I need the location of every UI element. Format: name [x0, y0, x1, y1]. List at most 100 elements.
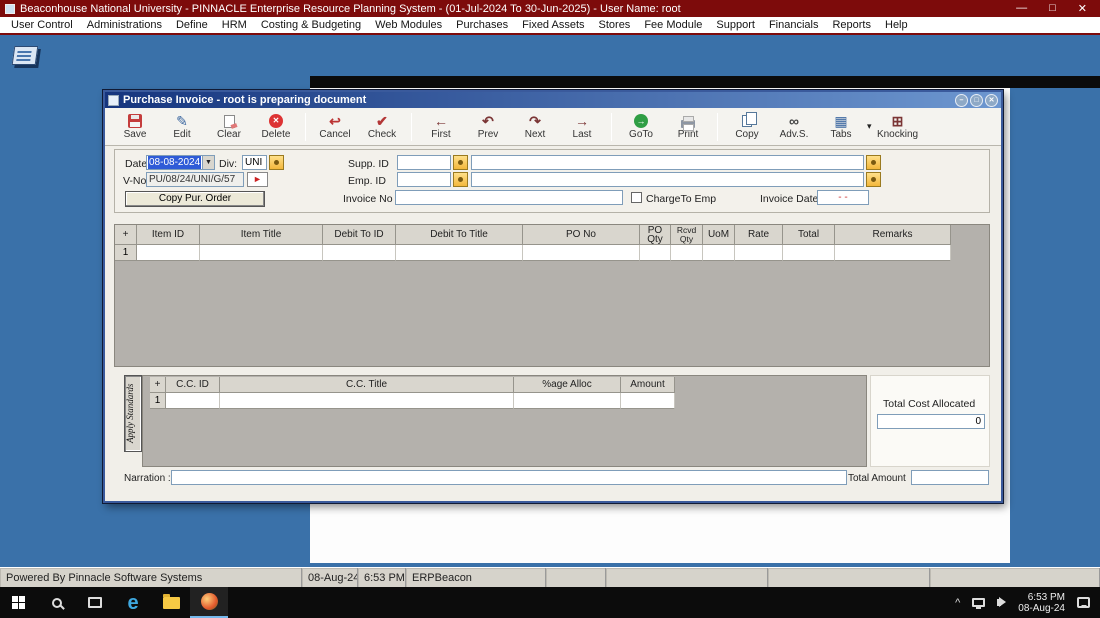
supplier-id-input[interactable]: [397, 155, 451, 170]
menu-item-financials[interactable]: Financials: [762, 19, 826, 31]
cell-amount[interactable]: [621, 393, 675, 409]
employee-name-input[interactable]: [471, 172, 864, 187]
erp-app-button[interactable]: [190, 587, 228, 618]
invoice-date-input[interactable]: - -: [817, 190, 869, 205]
col-item-title: Item Title: [200, 225, 323, 245]
toolbar-edit-button[interactable]: ✎ Edit: [160, 110, 204, 144]
maximize-button[interactable]: □: [1049, 2, 1056, 15]
toolbar-next-button[interactable]: ↷ Next: [513, 110, 557, 144]
total-amount-input[interactable]: [911, 470, 989, 485]
copy-purchase-order-button[interactable]: Copy Pur. Order: [125, 191, 265, 207]
col-rate: Rate: [735, 225, 783, 245]
employee-name-lookup-button[interactable]: [866, 172, 881, 187]
add-row-button[interactable]: +: [115, 225, 137, 245]
menu-item-administrations[interactable]: Administrations: [80, 19, 169, 31]
toolbar-save-button[interactable]: Save: [113, 110, 157, 144]
cell-po-qty[interactable]: [640, 245, 671, 261]
cell-remarks[interactable]: [835, 245, 951, 261]
menu-item-help[interactable]: Help: [878, 19, 915, 31]
apply-standards-button[interactable]: Apply Standards: [124, 375, 142, 452]
cell-age-alloc[interactable]: [514, 393, 621, 409]
edge-browser-button[interactable]: e: [114, 587, 152, 618]
cell-total[interactable]: [783, 245, 835, 261]
supplier-name-input[interactable]: [471, 155, 864, 170]
col-total: Total: [783, 225, 835, 245]
knocking-label: Knocking: [876, 129, 919, 140]
taskbar-search-button[interactable]: [38, 587, 76, 618]
cell-debit-to-title[interactable]: [396, 245, 523, 261]
menu-item-support[interactable]: Support: [709, 19, 762, 31]
menu-item-define[interactable]: Define: [169, 19, 215, 31]
goto-icon: →: [634, 114, 648, 128]
menu-item-reports[interactable]: Reports: [825, 19, 878, 31]
employee-lookup-button[interactable]: [453, 172, 468, 187]
speaker-icon[interactable]: [997, 597, 1007, 607]
col-po-no: PO No: [523, 225, 640, 245]
cell-item-id[interactable]: [137, 245, 200, 261]
total-cost-input[interactable]: 0: [877, 414, 985, 429]
file-explorer-button[interactable]: [152, 587, 190, 618]
cell-debit-to-id[interactable]: [323, 245, 396, 261]
menu-item-fixed-assets[interactable]: Fixed Assets: [515, 19, 591, 31]
items-grid-header: + Item ID Item Title Debit To ID Debit T…: [115, 225, 989, 245]
dialog-minimize-button[interactable]: –: [955, 93, 968, 107]
start-button[interactable]: [0, 587, 38, 618]
division-input[interactable]: UNI: [242, 155, 267, 170]
tray-expand-icon[interactable]: ^: [955, 597, 960, 609]
charge-to-emp-checkbox[interactable]: [631, 192, 642, 203]
status-cell-empty: [930, 568, 1100, 587]
menu-item-hrm[interactable]: HRM: [215, 19, 254, 31]
toolbar-advanced-search-button[interactable]: ∞ Adv.S.: [772, 110, 816, 144]
dialog-titlebar[interactable]: Purchase Invoice - root is preparing doc…: [105, 92, 1001, 108]
cell-cc-title[interactable]: [220, 393, 514, 409]
action-center-icon[interactable]: [1077, 597, 1090, 608]
date-dropdown-icon[interactable]: ▼: [202, 156, 214, 169]
close-button[interactable]: ✕: [1078, 2, 1087, 15]
toolbar-tabs-button[interactable]: ▦ Tabs: [819, 110, 863, 144]
dialog-restore-button[interactable]: □: [970, 93, 983, 107]
network-icon[interactable]: [972, 598, 986, 609]
items-grid-row[interactable]: 1: [115, 245, 989, 261]
cell-cc-id[interactable]: [166, 393, 220, 409]
supplier-lookup-button[interactable]: [453, 155, 468, 170]
menu-item-web-modules[interactable]: Web Modules: [368, 19, 449, 31]
toolbar-knocking-button[interactable]: ⊞ Knocking: [876, 110, 920, 144]
menu-item-fee-module[interactable]: Fee Module: [637, 19, 709, 31]
toolbar-copy-button[interactable]: Copy: [725, 110, 769, 144]
cc-add-row-button[interactable]: +: [150, 377, 166, 393]
minimize-button[interactable]: —: [1016, 2, 1027, 15]
toolbar-goto-button[interactable]: → GoTo: [619, 110, 663, 144]
voucher-no-input[interactable]: PU/08/24/UNI/G/57: [146, 172, 244, 187]
toolbar-cancel-button[interactable]: ↩ Cancel: [313, 110, 357, 144]
cell-rcvd-qty[interactable]: [671, 245, 703, 261]
date-input[interactable]: 08-08-2024 ▼: [146, 155, 215, 170]
toolbar-more-icon[interactable]: ▾: [867, 121, 872, 132]
division-lookup-button[interactable]: [269, 155, 284, 170]
invoice-no-input[interactable]: [395, 190, 623, 205]
voucher-go-button[interactable]: ►: [247, 172, 268, 187]
status-cell-empty: [606, 568, 768, 587]
cell-item-title[interactable]: [200, 245, 323, 261]
menu-item-costing-budgeting[interactable]: Costing & Budgeting: [254, 19, 368, 31]
taskbar-clock[interactable]: 6:53 PM 08-Aug-24: [1018, 592, 1065, 614]
menu-item-purchases[interactable]: Purchases: [449, 19, 515, 31]
toolbar-clear-button[interactable]: Clear: [207, 110, 251, 144]
task-view-button[interactable]: [76, 587, 114, 618]
supplier-name-lookup-button[interactable]: [866, 155, 881, 170]
cell-po-no[interactable]: [523, 245, 640, 261]
narration-input[interactable]: [171, 470, 847, 485]
employee-id-input[interactable]: [397, 172, 451, 187]
toolbar-delete-button[interactable]: ✕ Delete: [254, 110, 298, 144]
toolbar-first-button[interactable]: ← First: [419, 110, 463, 144]
toolbar-check-button[interactable]: ✔ Check: [360, 110, 404, 144]
menu-item-user-control[interactable]: User Control: [4, 19, 80, 31]
dialog-close-button[interactable]: ✕: [985, 93, 998, 107]
division-label: Div:: [219, 158, 238, 170]
cell-rate[interactable]: [735, 245, 783, 261]
cc-grid-row[interactable]: 1: [150, 393, 675, 409]
toolbar-prev-button[interactable]: ↶ Prev: [466, 110, 510, 144]
menu-item-stores[interactable]: Stores: [592, 19, 638, 31]
cell-uom[interactable]: [703, 245, 735, 261]
toolbar-last-button[interactable]: → Last: [560, 110, 604, 144]
toolbar-print-button[interactable]: Print: [666, 110, 710, 144]
